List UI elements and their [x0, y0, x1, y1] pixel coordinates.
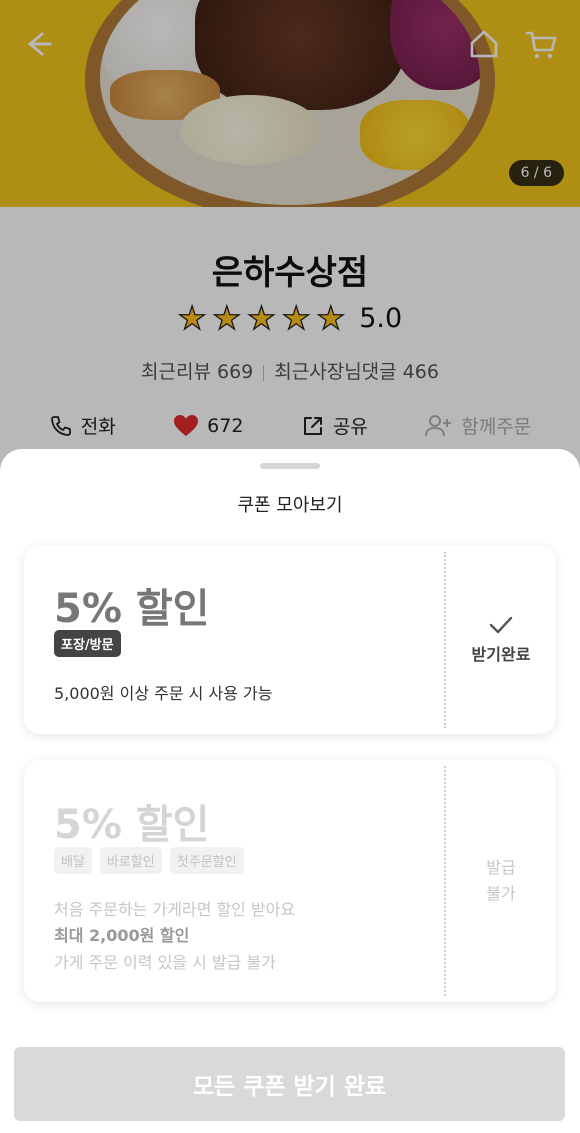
sheet-handle[interactable]: [260, 463, 320, 469]
coupon-tag: 배달: [54, 847, 92, 874]
coupon-tags: 배달 바로할인 첫주문할인: [54, 847, 244, 874]
sheet-title: 쿠폰 모아보기: [237, 495, 343, 516]
coupon-tag: 포장/방문: [54, 630, 121, 657]
coupon-tag: 바로할인: [99, 847, 162, 874]
coupon-condition: 5,000원 이상 주문 시 사용 가능: [54, 684, 273, 703]
check-icon: [489, 616, 513, 634]
receive-all-coupons-button[interactable]: 모든 쿠폰 받기 완료: [14, 1047, 565, 1121]
coupon-max-discount: 최대 2,000원 할인: [54, 926, 190, 945]
coupon-restriction: 가게 주문 이력 있을 시 발급 불가: [54, 953, 276, 972]
coupon-card: 5% 할인 포장/방문 5,000원 이상 주문 시 사용 가능 받기완료: [24, 546, 556, 734]
coupon-bottom-sheet: 쿠폰 모아보기 5% 할인 포장/방문 5,000원 이상 주문 시 사용 가능…: [0, 449, 580, 1133]
coupon-tag: 첫주문할인: [169, 847, 244, 874]
coupon-title: 5% 할인: [54, 586, 210, 632]
coupon-description: 처음 주문하는 가게라면 할인 받아요: [54, 900, 296, 919]
coupon-card: 5% 할인 배달 바로할인 첫주문할인 처음 주문하는 가게라면 할인 받아요 …: [24, 760, 556, 1002]
coupon-received-status: 받기완료: [446, 546, 556, 734]
coupon-unavailable-status: 발급 불가: [446, 760, 556, 1002]
coupon-title: 5% 할인: [54, 802, 210, 848]
coupon-status-label: 발급 불가: [486, 858, 516, 903]
coupon-status-label: 받기완료: [471, 645, 531, 664]
